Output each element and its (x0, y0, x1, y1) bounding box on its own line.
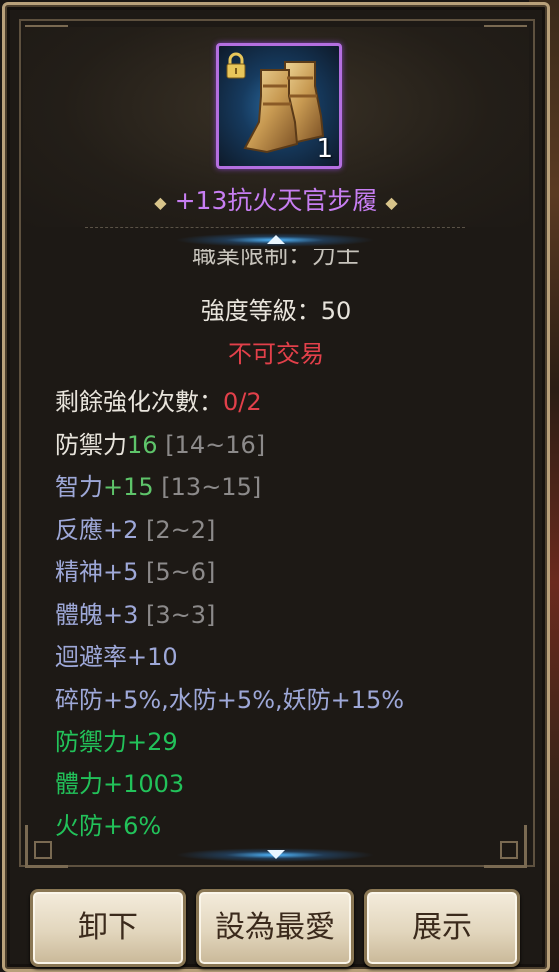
int-range: [13~15] (161, 473, 262, 501)
item-name: +13抗火天官步履 (174, 186, 378, 215)
item-icon-slot[interactable]: 1 (216, 43, 342, 169)
arrow-up-icon (267, 235, 285, 244)
int-label: 智力 (55, 473, 103, 501)
evasion-row: 迴避率+10 (55, 643, 178, 671)
bonus-fire-row: 火防+6% (55, 812, 162, 840)
boots-icon (243, 61, 325, 154)
arrow-down-icon (267, 850, 285, 859)
spirit-row: 精神+5 [5~6] (55, 552, 215, 587)
enhance-label: 剩餘強化次數： (55, 388, 223, 416)
unequip-button[interactable]: 卸下 (30, 889, 186, 967)
defense-value: 16 (127, 431, 158, 459)
item-quantity: 1 (316, 134, 333, 164)
diamond-icon: ◆ (385, 192, 398, 212)
int-row: 智力+15 [13~15] (55, 467, 261, 502)
reflex-text: 反應+2 (55, 516, 139, 544)
reflex-row: 反應+2 [2~2] (55, 510, 215, 545)
stats-scroll-area[interactable]: 職業限制：力士 強度等級：50 不可交易 剩餘強化次數：0/2 防禦力16 [1… (23, 249, 529, 847)
enhance-count-row: 剩餘強化次數：0/2 (55, 382, 262, 417)
spirit-text: 精神+5 (55, 558, 139, 586)
job-restriction-text: 職業限制：力士 (192, 249, 360, 269)
scroll-up-indicator[interactable] (175, 233, 375, 247)
resist-row: 碎防+5%,水防+5%,妖防+15% (55, 686, 405, 714)
defense-range: [14~16] (165, 431, 266, 459)
defense-row: 防禦力16 [14~16] (55, 425, 265, 460)
bonus-defense-row: 防禦力+29 (55, 728, 178, 756)
physique-row: 體魄+3 [3~3] (55, 595, 215, 630)
lock-icon (226, 52, 246, 79)
spirit-range: [5~6] (146, 558, 216, 586)
item-name-row: ◆ +13抗火天官步履 ◆ (5, 181, 547, 217)
physique-range: [3~3] (146, 601, 216, 629)
divider (85, 227, 465, 228)
bonus-hp-row: 體力+1003 (55, 770, 185, 798)
int-value: +15 (103, 473, 154, 501)
enhance-value: 0/2 (223, 388, 262, 416)
strength-level-text: 強度等級：50 (200, 297, 352, 325)
set-favorite-button[interactable]: 設為最愛 (196, 889, 354, 967)
scroll-down-indicator[interactable] (175, 848, 375, 862)
item-tooltip-panel: 1 ◆ +13抗火天官步履 ◆ 職業限制：力士 強度等級：50 不可交易 剩餘強化次… (2, 2, 550, 972)
show-button[interactable]: 展示 (364, 889, 520, 967)
diamond-icon: ◆ (154, 192, 167, 212)
reflex-range: [2~2] (146, 516, 216, 544)
defense-label: 防禦力 (55, 431, 127, 459)
trade-status-text: 不可交易 (228, 340, 324, 368)
physique-text: 體魄+3 (55, 601, 139, 629)
